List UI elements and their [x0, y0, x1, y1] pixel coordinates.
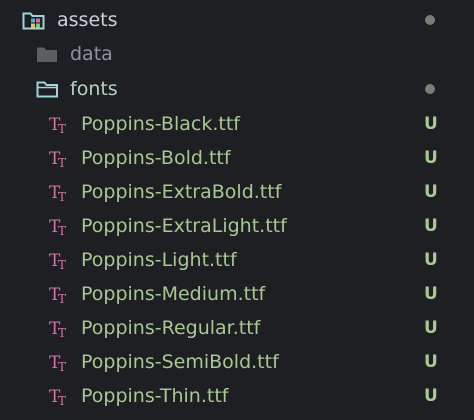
folder-row-assets[interactable]: assets — [0, 3, 474, 37]
font-file-icon: TT — [49, 180, 69, 204]
font-file-icon: TT — [49, 214, 69, 238]
folder-label: data — [70, 43, 113, 65]
untracked-status: U — [424, 216, 438, 236]
font-file-icon: TT — [49, 112, 69, 136]
untracked-status: U — [424, 182, 438, 202]
untracked-status: U — [424, 386, 438, 406]
folder-row-data[interactable]: data — [0, 37, 474, 71]
folder-icon — [36, 45, 58, 63]
folder-row-fonts[interactable]: fonts — [0, 72, 474, 106]
untracked-status: U — [424, 250, 438, 270]
folder-label: assets — [57, 9, 118, 31]
untracked-status: U — [424, 352, 438, 372]
svg-text:T: T — [58, 326, 66, 340]
file-row[interactable]: TT Poppins-SemiBold.ttf U — [0, 345, 474, 379]
file-row[interactable]: TT Poppins-ExtraBold.ttf U — [0, 175, 474, 209]
svg-text:T: T — [58, 292, 66, 306]
modified-dot-indicator — [425, 15, 435, 25]
font-file-icon: TT — [49, 282, 69, 306]
folder-label: fonts — [70, 78, 118, 100]
file-explorer-tree: assets data fonts TT Poppins-Black.ttf U — [0, 0, 474, 420]
font-file-icon: TT — [49, 146, 69, 170]
svg-text:T: T — [58, 156, 66, 170]
svg-text:T: T — [58, 122, 66, 136]
file-label: Poppins-Regular.ttf — [81, 317, 261, 339]
file-label: Poppins-Black.ttf — [81, 113, 240, 135]
file-label: Poppins-Bold.ttf — [81, 147, 231, 169]
file-label: Poppins-Thin.ttf — [81, 385, 229, 407]
untracked-status: U — [424, 318, 438, 338]
untracked-status: U — [424, 148, 438, 168]
svg-text:T: T — [58, 258, 66, 272]
file-row[interactable]: TT Poppins-Regular.ttf U — [0, 311, 474, 345]
file-label: Poppins-ExtraLight.ttf — [81, 215, 287, 237]
file-row[interactable]: TT Poppins-Light.ttf U — [0, 243, 474, 277]
file-row[interactable]: TT Poppins-Thin.ttf U — [0, 379, 474, 413]
svg-text:T: T — [58, 394, 66, 408]
file-row[interactable]: TT Poppins-Bold.ttf U — [0, 141, 474, 175]
file-row[interactable]: TT Poppins-Medium.ttf U — [0, 277, 474, 311]
untracked-status: U — [424, 114, 438, 134]
svg-text:T: T — [58, 190, 66, 204]
svg-text:T: T — [58, 360, 66, 374]
file-label: Poppins-SemiBold.ttf — [81, 351, 279, 373]
file-label: Poppins-Light.ttf — [81, 249, 237, 271]
modified-dot-indicator — [425, 84, 435, 94]
file-label: Poppins-ExtraBold.ttf — [81, 181, 282, 203]
file-label: Poppins-Medium.ttf — [81, 283, 266, 305]
font-file-icon: TT — [49, 316, 69, 340]
untracked-status: U — [424, 284, 438, 304]
svg-text:T: T — [58, 224, 66, 238]
folder-open-icon — [36, 80, 58, 98]
file-row[interactable]: TT Poppins-Black.ttf U — [0, 107, 474, 141]
font-file-icon: TT — [49, 384, 69, 408]
font-file-icon: TT — [49, 248, 69, 272]
font-file-icon: TT — [49, 350, 69, 374]
file-row[interactable]: TT Poppins-ExtraLight.ttf U — [0, 209, 474, 243]
assets-folder-icon — [22, 10, 45, 30]
